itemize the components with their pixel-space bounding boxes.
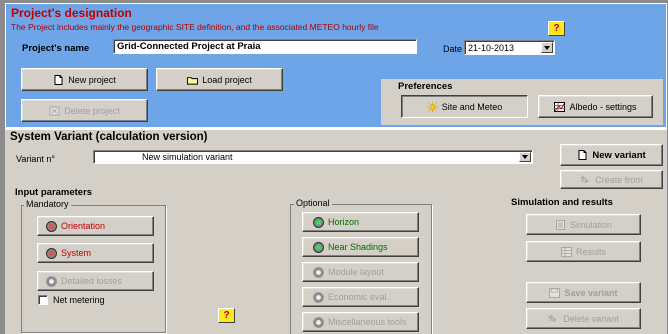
table-chart-icon [560,246,572,257]
calculator-icon [555,219,565,230]
simulation-results-label: Simulation and results [511,197,613,208]
new-project-label: New project [68,74,116,85]
new-variant-button[interactable]: New variant [560,144,663,166]
horizon-label: Horizon [328,217,360,227]
load-project-label: Load project [202,74,252,85]
chevron-down-icon[interactable] [541,42,553,53]
variant-number-label: Variant n° [16,154,55,164]
delete-icon [49,106,60,115]
copy-icon [580,175,590,183]
net-metering-label: Net metering [53,295,105,305]
project-subtitle: The Project includes mainly the geograph… [11,22,379,32]
load-project-button[interactable]: Load project [156,68,283,91]
delete-variant-icon [548,314,558,322]
status-led-icon [313,241,324,253]
chevron-down-icon[interactable] [519,152,531,162]
folder-icon [187,76,199,85]
new-document-icon [54,74,63,85]
table-chart-icon [554,101,566,112]
status-led-icon [46,275,57,287]
near-shadings-label: Near Shadings [328,242,388,252]
new-document-icon [578,150,587,160]
input-parameters-label: Input parameters [15,187,93,198]
delete-project-button[interactable]: Delete project [21,99,148,122]
net-metering-checkbox[interactable] [38,295,48,305]
project-name-input[interactable]: Grid-Connected Project at Praia [113,39,417,54]
site-meteo-button[interactable]: Site and Meteo [401,95,528,118]
help-button[interactable]: ? [218,308,235,323]
horizon-button[interactable]: Horizon [302,212,419,232]
net-metering-checkbox-row[interactable]: Net metering [38,295,105,305]
status-led-icon [313,216,324,228]
albedo-settings-button[interactable]: Albedo - settings [538,95,653,118]
results-button[interactable]: Results [526,241,641,262]
module-layout-label: Module layout [328,267,385,277]
system-variant-panel: System Variant (calculation version) Var… [5,128,667,334]
new-variant-label: New variant [592,149,646,161]
save-variant-button[interactable]: Save variant [526,282,641,303]
variant-title: System Variant (calculation version) [10,131,208,143]
project-name-label: Project's name [22,43,90,54]
help-button[interactable]: ? [548,21,565,36]
site-meteo-label: Site and Meteo [441,101,503,112]
preferences-label: Preferences [398,81,453,92]
economic-eval-label: Economic eval. [328,292,390,302]
delete-variant-label: Delete variant [563,313,619,324]
albedo-settings-label: Albedo - settings [569,101,637,112]
module-layout-button[interactable]: Module layout [302,262,419,282]
preferences-group: Preferences Site and Meteo Albedo - sett… [381,79,663,125]
results-label: Results [575,246,606,257]
optional-label: Optional [294,198,332,208]
near-shadings-button[interactable]: Near Shadings [302,237,419,257]
misc-tools-button[interactable]: Miscellaneous tools [302,312,419,332]
mandatory-label: Mandatory [24,199,71,209]
status-led-icon [313,291,324,303]
simulation-label: Simulation [569,219,613,230]
new-project-button[interactable]: New project [21,68,148,91]
status-led-icon [313,316,324,328]
status-led-icon [313,266,324,278]
detailed-losses-button[interactable]: Detailed losses [37,271,154,291]
delete-variant-button[interactable]: Delete variant [526,308,641,329]
delete-project-label: Delete project [64,105,120,116]
save-icon [549,287,561,298]
create-from-label: Create from [595,174,643,185]
detailed-losses-label: Detailed losses [61,276,123,286]
orientation-label: Orientation [61,221,106,231]
date-select[interactable]: 21-10-2013 [464,40,555,55]
orientation-button[interactable]: Orientation [37,216,154,236]
save-variant-label: Save variant [564,287,618,298]
economic-eval-button[interactable]: Economic eval. [302,287,419,307]
date-label: Date [443,44,463,54]
sun-icon [426,101,438,112]
simulation-button[interactable]: Simulation [526,214,641,235]
project-title: Project's designation [11,6,132,20]
create-from-button[interactable]: Create from [560,170,663,189]
project-designation-panel: Project's designation The Project includ… [5,3,667,128]
date-value: 21-10-2013 [468,42,515,53]
status-led-icon [46,220,57,232]
variant-select-value: New simulation variant [142,152,233,162]
system-label: System [61,248,92,258]
status-led-icon [46,247,57,259]
variant-select[interactable]: New simulation variant [93,150,533,164]
misc-tools-label: Miscellaneous tools [328,317,407,327]
system-button[interactable]: System [37,243,154,263]
